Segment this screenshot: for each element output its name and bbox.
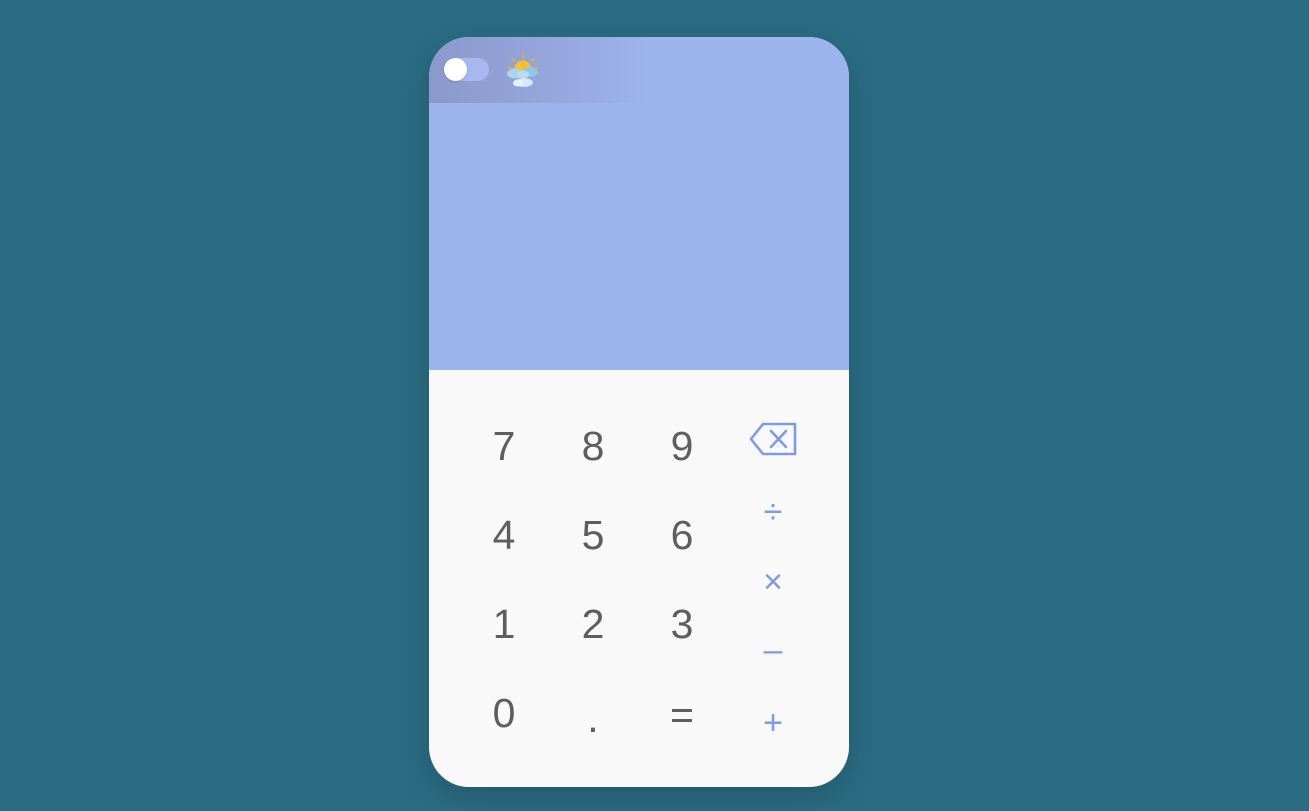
key-5[interactable]: 5 [558,505,628,565]
toggle-knob [444,58,467,81]
key-2[interactable]: 2 [558,594,628,654]
add-button[interactable]: + [738,693,808,753]
key-3[interactable]: 3 [647,594,717,654]
sun-behind-cloud-icon [507,53,539,87]
key-7[interactable]: 7 [469,416,539,476]
backspace-button[interactable] [738,409,808,469]
key-8[interactable]: 8 [558,416,628,476]
key-equals[interactable]: = [647,685,717,745]
key-0[interactable]: 0 [469,683,539,743]
key-4[interactable]: 4 [469,505,539,565]
calculator: 7 8 9 4 5 6 1 2 3 0 . = ÷ × – + [429,37,849,787]
key-9[interactable]: 9 [647,416,717,476]
divide-button[interactable]: ÷ [738,482,808,542]
top-bar [429,37,849,103]
backspace-icon [749,422,797,456]
key-decimal[interactable]: . [558,688,628,748]
keypad: 7 8 9 4 5 6 1 2 3 0 . = ÷ × – + [429,370,849,787]
theme-toggle[interactable] [444,58,489,81]
key-1[interactable]: 1 [469,594,539,654]
subtract-button[interactable]: – [738,620,808,680]
key-6[interactable]: 6 [647,505,717,565]
display-panel [429,37,849,370]
multiply-button[interactable]: × [738,552,808,612]
